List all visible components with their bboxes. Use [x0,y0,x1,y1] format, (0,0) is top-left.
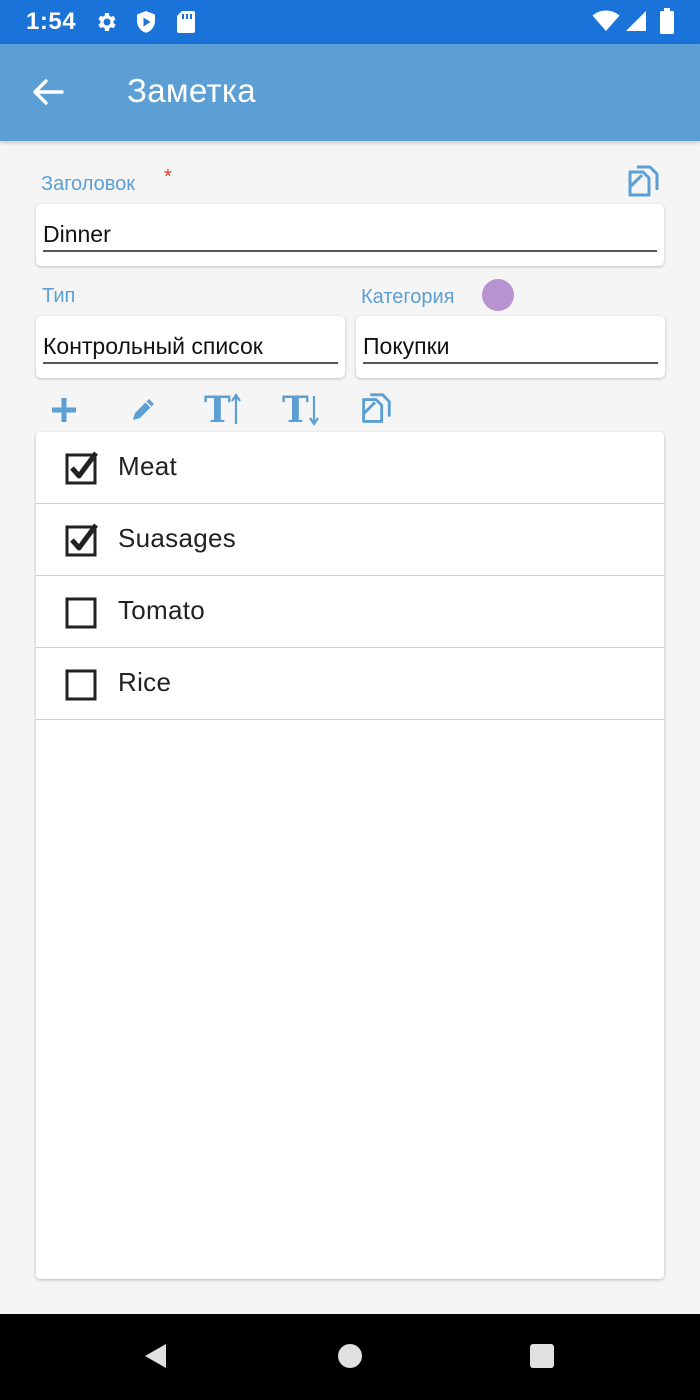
checklist: Meat Suasages Tomato Rice [36,432,664,1279]
type-select[interactable]: Контрольный список [43,330,338,364]
list-item[interactable]: Meat [36,432,664,504]
checkbox-unchecked-icon[interactable] [65,595,97,629]
checkbox-unchecked-icon[interactable] [65,667,97,701]
copy-icon[interactable] [622,163,662,208]
duplicate-button[interactable] [355,392,395,432]
sd-card-icon [176,10,196,39]
nav-recents-button[interactable] [522,1342,562,1374]
required-marker: * [164,166,172,188]
title-label: Заголовок [41,173,136,195]
nav-back-button[interactable] [136,1342,176,1374]
arrow-left-icon [32,78,64,111]
sort-ascending-icon: T [203,388,243,433]
app-bar: Заметка [0,44,700,141]
status-bar: 1:54 [0,0,700,44]
list-item[interactable]: Tomato [36,576,664,648]
sort-ascending-button[interactable]: T [201,388,245,433]
back-button[interactable] [22,68,74,120]
checkbox-checked-icon[interactable] [65,523,99,557]
recents-square-icon [528,1342,556,1375]
list-item-label: Rice [118,667,172,697]
list-item[interactable]: Rice [36,648,664,720]
list-item-label: Meat [118,451,178,481]
edit-button[interactable] [123,392,163,432]
page-title: Заметка [127,72,256,109]
gear-icon [94,10,118,39]
category-select[interactable]: Покупки [363,330,658,364]
back-triangle-icon [142,1342,170,1375]
type-field-card: Контрольный список [36,316,345,378]
add-item-button[interactable] [44,392,84,432]
title-input[interactable]: Dinner [43,218,657,252]
battery-icon [660,8,674,39]
copy-icon [356,391,394,434]
list-item[interactable]: Suasages [36,504,664,576]
category-field-card: Покупки [356,316,665,378]
plus-icon [50,396,78,429]
svg-text:T: T [204,389,231,428]
nav-home-button[interactable] [330,1342,370,1374]
system-nav-bar [0,1314,700,1400]
sort-descending-button[interactable]: T [279,388,323,433]
pencil-icon [129,396,157,429]
category-label: Категория [361,286,455,308]
cell-signal-icon [625,10,647,37]
shield-icon [135,10,157,39]
home-circle-icon [336,1342,364,1375]
list-item-label: Suasages [118,523,237,553]
checkbox-checked-icon[interactable] [65,451,99,485]
list-item-label: Tomato [118,595,206,625]
svg-text:T: T [282,389,309,428]
type-label: Тип [42,285,76,307]
category-color-dot[interactable] [482,279,514,311]
sort-descending-icon: T [281,388,321,433]
wifi-icon [592,10,620,37]
status-time: 1:54 [26,8,77,35]
title-field-card: Dinner [36,204,664,266]
